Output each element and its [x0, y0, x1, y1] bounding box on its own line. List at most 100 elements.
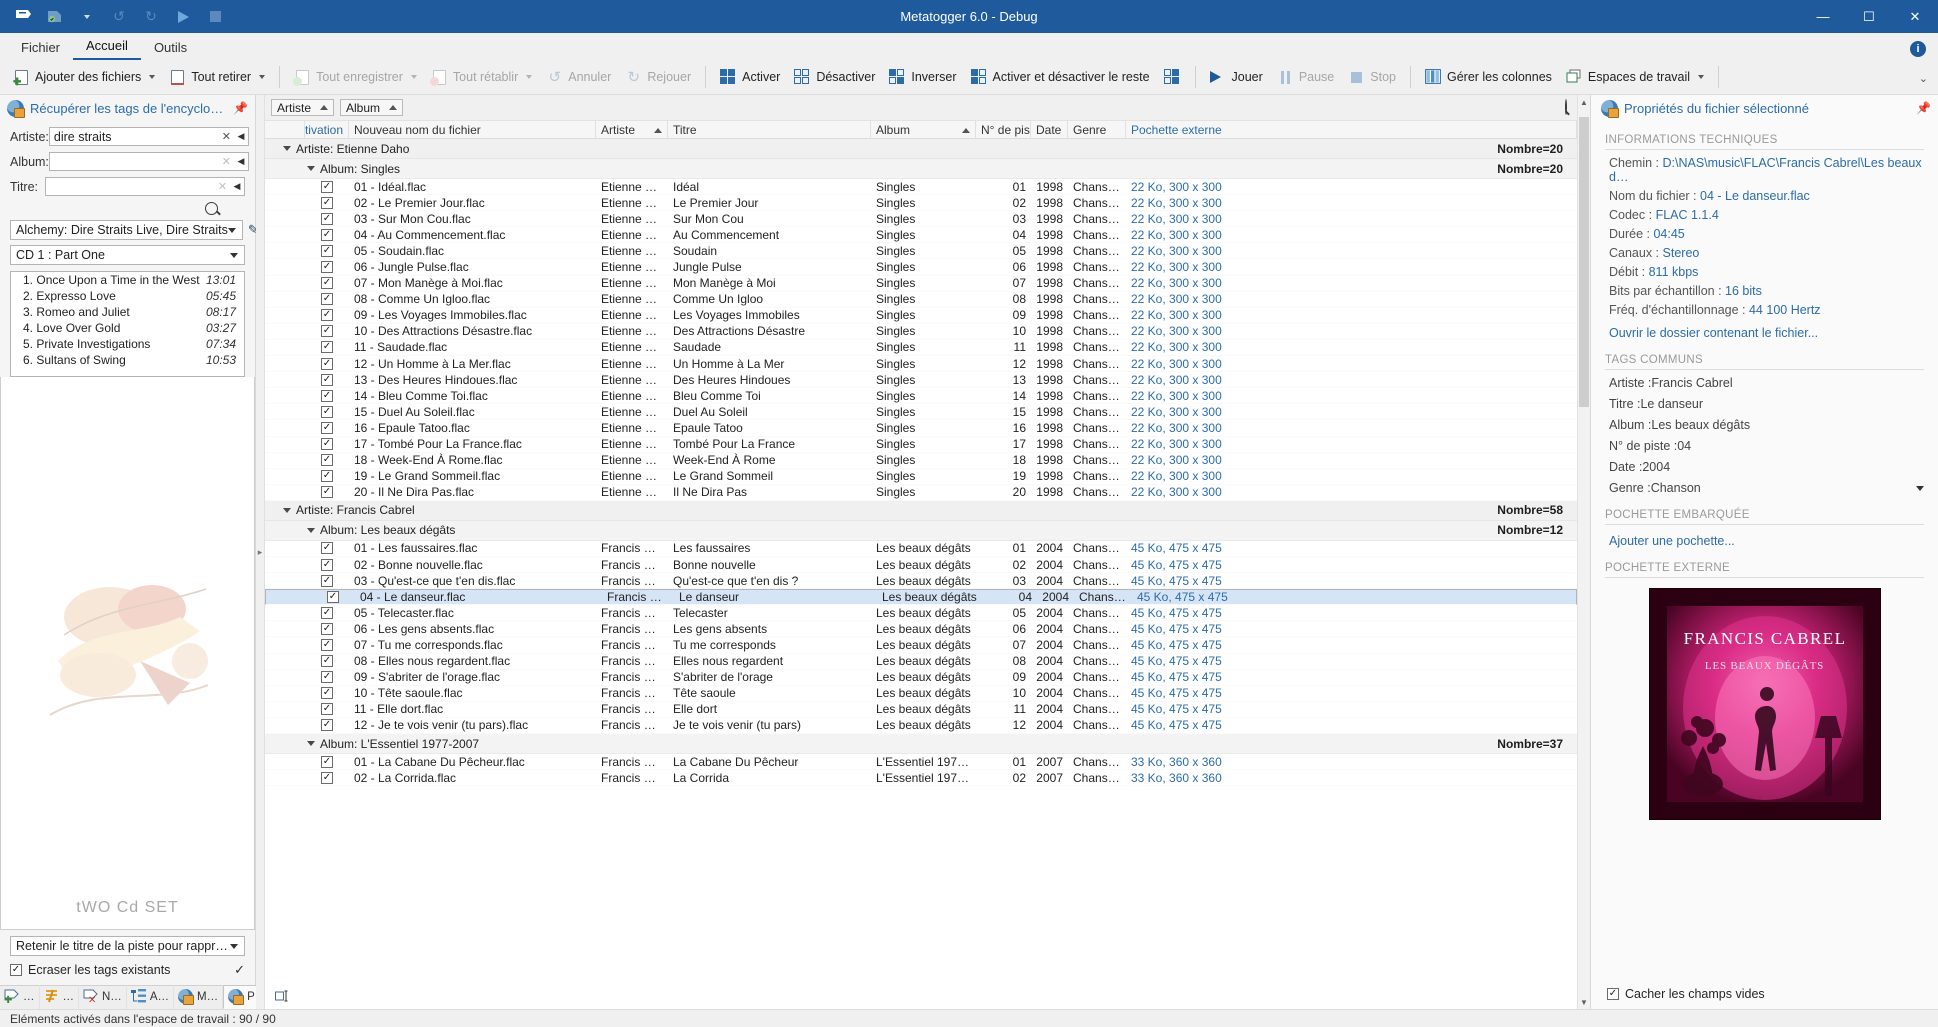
- manage-columns-button[interactable]: Gérer les colonnes: [1418, 63, 1559, 91]
- title-input-wrap[interactable]: ✕ ◀: [45, 177, 245, 196]
- row-activation-checkbox[interactable]: ✓: [305, 227, 349, 243]
- scroll-down-icon[interactable]: ▼: [1578, 995, 1590, 1009]
- table-row[interactable]: ✓01 - Idéal.flacEtienne DahoIdéalSingles…: [265, 179, 1577, 195]
- tag-icon[interactable]: [8, 4, 38, 30]
- row-activation-checkbox[interactable]: ✓: [305, 372, 349, 388]
- workspaces-button[interactable]: Espaces de travail: [1559, 63, 1711, 91]
- album-input-wrap[interactable]: ✕ ◀: [49, 152, 249, 171]
- check-mark-icon[interactable]: ✓: [234, 962, 245, 978]
- collapse-icon[interactable]: [307, 166, 315, 171]
- remove-all-button[interactable]: Tout retirer: [162, 63, 272, 91]
- table-row[interactable]: ✓15 - Duel Au Soleil.flacEtienne DahoDue…: [265, 404, 1577, 420]
- table-row[interactable]: ✓07 - Mon Manège à Moi.flacEtienne DahoM…: [265, 276, 1577, 292]
- table-row[interactable]: ✓04 - Au Commencement.flacEtienne DahoAu…: [265, 227, 1577, 243]
- row-activation-checkbox[interactable]: ✓: [305, 484, 349, 500]
- help-icon[interactable]: i: [1910, 41, 1926, 57]
- album-group-header[interactable]: Album: SinglesNombre=20: [265, 159, 1577, 179]
- row-activation-checkbox[interactable]: ✓: [305, 637, 349, 653]
- stop-icon[interactable]: [200, 4, 230, 30]
- column-header-activation[interactable]: Activation: [305, 121, 349, 139]
- add-cover-link[interactable]: Ajouter une pochette...: [1609, 534, 1924, 548]
- list-item[interactable]: 4. Love Over Gold 03:27: [11, 320, 244, 336]
- row-activation-checkbox[interactable]: ✓: [305, 653, 349, 669]
- column-header-date[interactable]: Date: [1031, 121, 1068, 139]
- group-chip-artiste[interactable]: Artiste: [271, 99, 334, 116]
- external-cover-image[interactable]: FRANCIS CABREL: [1649, 588, 1881, 820]
- row-activation-checkbox[interactable]: ✓: [305, 275, 349, 291]
- list-search-button[interactable]: [1565, 100, 1567, 114]
- row-activation-checkbox[interactable]: ✓: [305, 540, 349, 556]
- enable-button[interactable]: Activer: [713, 63, 787, 91]
- row-activation-checkbox[interactable]: ✓: [305, 323, 349, 339]
- clear-artist-icon[interactable]: ✕: [219, 130, 234, 143]
- overwrite-tags-checkbox[interactable]: ✓: [10, 964, 22, 976]
- column-header-filename[interactable]: Nouveau nom du fichier: [349, 121, 596, 139]
- row-activation-checkbox[interactable]: ✓: [305, 770, 349, 786]
- search-icon[interactable]: [1565, 99, 1567, 115]
- column-header-cover[interactable]: Pochette externe: [1126, 121, 1577, 139]
- column-header-title[interactable]: Titre: [668, 121, 871, 139]
- minimize-button[interactable]: —: [1800, 0, 1846, 33]
- table-row[interactable]: ✓01 - Les faussaires.flacFrancis CabrelL…: [265, 541, 1577, 557]
- table-row[interactable]: ✓12 - Je te vois venir (tu pars).flacFra…: [265, 718, 1577, 734]
- table-row[interactable]: ✓02 - Bonne nouvelle.flacFrancis CabrelB…: [265, 557, 1577, 573]
- table-row[interactable]: ✓09 - Les Voyages Immobiles.flacEtienne …: [265, 308, 1577, 324]
- table-row[interactable]: ✓02 - La Corrida.flacFrancis CabrelLa Co…: [265, 770, 1577, 786]
- tag-artist[interactable]: Artiste : Francis Cabrel: [1609, 376, 1924, 390]
- release-select[interactable]: Alchemy: Dire Straits Live, Dire Straits: [10, 220, 243, 240]
- table-body[interactable]: Artiste: Etienne DahoNombre=20Album: Sin…: [265, 139, 1577, 1009]
- column-header-genre[interactable]: Genre: [1068, 121, 1126, 139]
- table-row[interactable]: ✓03 - Qu'est-ce que t'en dis.flacFrancis…: [265, 573, 1577, 589]
- play-icon[interactable]: [168, 4, 198, 30]
- table-row[interactable]: ✓06 - Jungle Pulse.flacEtienne DahoJungl…: [265, 259, 1577, 275]
- artist-history-icon[interactable]: ◀: [234, 131, 248, 142]
- chevron-down-icon[interactable]: [1916, 486, 1924, 491]
- list-item[interactable]: 1. Once Upon a Time in the West 13:01: [11, 272, 244, 288]
- collapse-icon[interactable]: [283, 508, 291, 513]
- menu-accueil[interactable]: Accueil: [73, 35, 141, 60]
- tag-date[interactable]: Date : 2004: [1609, 460, 1924, 474]
- table-row[interactable]: ✓04 - Le danseur.flacFrancis CabrelLe da…: [265, 589, 1577, 605]
- table-row[interactable]: ✓03 - Sur Mon Cou.flacEtienne DahoSur Mo…: [265, 211, 1577, 227]
- row-activation-checkbox[interactable]: ✓: [305, 468, 349, 484]
- table-scrollbar[interactable]: ▲ ▼: [1577, 95, 1590, 1009]
- scroll-thumb[interactable]: [1579, 117, 1589, 407]
- row-activation-checkbox[interactable]: ✓: [305, 388, 349, 404]
- search-icon[interactable]: [205, 202, 218, 215]
- title-history-icon[interactable]: ◀: [230, 181, 244, 192]
- artist-group-header[interactable]: Artiste: Francis CabrelNombre=58: [265, 501, 1577, 521]
- quick-dropdown-icon[interactable]: [72, 4, 102, 30]
- table-row[interactable]: ✓08 - Elles nous regardent.flacFrancis C…: [265, 654, 1577, 670]
- overwrite-tags-row[interactable]: ✓ Ecraser les tags existants ✓: [10, 962, 245, 978]
- table-row[interactable]: ✓08 - Comme Un Igloo.flacEtienne DahoCom…: [265, 292, 1577, 308]
- ribbon-expand-icon[interactable]: ⌄: [1919, 72, 1928, 85]
- row-activation-checkbox[interactable]: ✓: [305, 259, 349, 275]
- row-activation-checkbox[interactable]: ✓: [305, 573, 349, 589]
- row-activation-checkbox[interactable]: ✓: [305, 243, 349, 259]
- column-header-album[interactable]: Album: [871, 121, 976, 139]
- table-row[interactable]: ✓13 - Des Heures Hindoues.flacEtienne Da…: [265, 372, 1577, 388]
- invert-button[interactable]: Inverser: [882, 63, 963, 91]
- tag-title[interactable]: Titre : Le danseur: [1609, 397, 1924, 411]
- save-tags-icon[interactable]: [40, 4, 70, 30]
- title-input[interactable]: [46, 180, 215, 194]
- column-header-artist[interactable]: Artiste: [596, 121, 668, 139]
- chevron-down-icon[interactable]: [1698, 75, 1704, 79]
- row-activation-checkbox[interactable]: ✓: [305, 701, 349, 717]
- play-button[interactable]: Jouer: [1203, 63, 1270, 91]
- artist-input[interactable]: [50, 130, 219, 144]
- table-row[interactable]: ✓07 - Tu me corresponds.flacFrancis Cabr…: [265, 637, 1577, 653]
- artist-group-header[interactable]: Artiste: Etienne DahoNombre=20: [265, 139, 1577, 159]
- table-row[interactable]: ✓16 - Epaule Tatoo.flacEtienne DahoEpaul…: [265, 420, 1577, 436]
- row-activation-checkbox[interactable]: ✓: [305, 605, 349, 621]
- row-activation-checkbox[interactable]: ✓: [305, 621, 349, 637]
- hide-empty-fields-checkbox[interactable]: ✓: [1607, 988, 1619, 1000]
- table-row[interactable]: ✓05 - Soudain.flacEtienne DahoSoudainSin…: [265, 243, 1577, 259]
- album-group-header[interactable]: Album: L'Essentiel 1977-2007Nombre=37: [265, 734, 1577, 754]
- artist-input-wrap[interactable]: ✕ ◀: [49, 127, 249, 146]
- left-splitter[interactable]: ▸: [256, 95, 265, 1009]
- list-item[interactable]: 2. Expresso Love 05:45: [11, 288, 244, 304]
- disc-select[interactable]: CD 1 : Part One: [10, 245, 245, 265]
- table-row[interactable]: ✓10 - Tête saoule.flacFrancis CabrelTête…: [265, 686, 1577, 702]
- tab-organize[interactable]: A…: [127, 985, 174, 1009]
